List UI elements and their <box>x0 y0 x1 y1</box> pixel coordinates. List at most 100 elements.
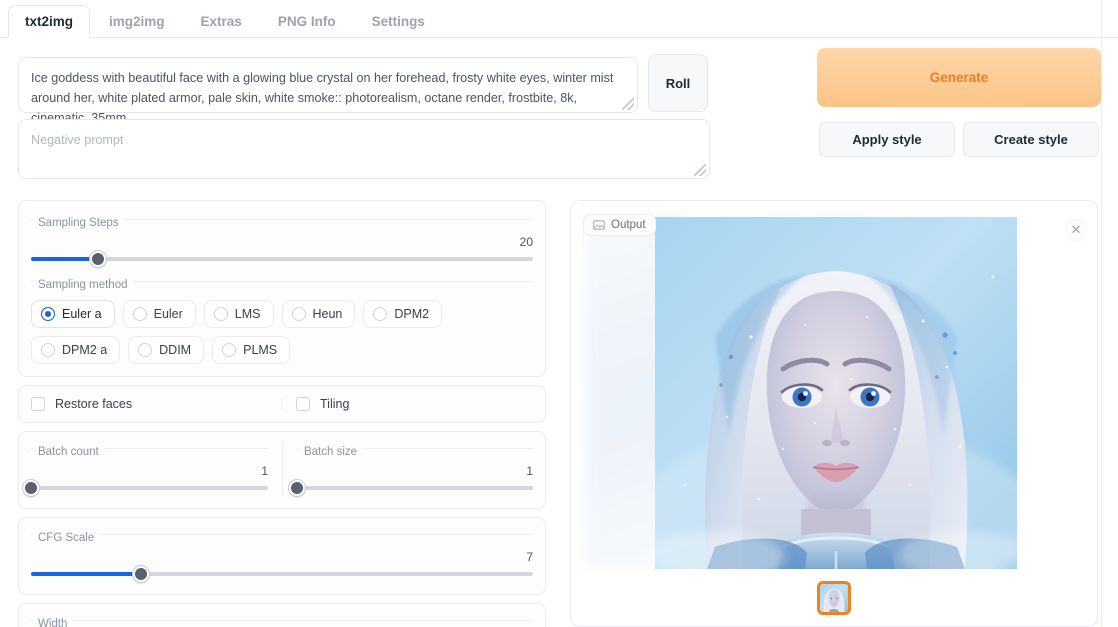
radio-heun[interactable]: Heun <box>281 300 356 328</box>
sampling-steps-field: Sampling Steps 20 <box>31 213 533 267</box>
sampling-method-options: Euler a Euler LMS Heun DPM2 DPM2 a DDIM … <box>31 300 533 364</box>
cfg-scale-field: CFG Scale 7 <box>31 528 533 582</box>
radio-dpm2[interactable]: DPM2 <box>363 300 443 328</box>
output-label: Output <box>611 219 646 231</box>
radio-dpm2-a[interactable]: DPM2 a <box>31 336 121 364</box>
batch-row: Batch count 1 Batch size 1 <box>23 442 533 496</box>
radio-plms[interactable]: PLMS <box>212 336 291 364</box>
batch-card: Batch count 1 Batch size 1 <box>18 431 546 509</box>
width-field: Width 512 <box>31 614 533 627</box>
radio-label: Euler <box>153 307 183 321</box>
gallery-thumbnail[interactable] <box>817 581 851 615</box>
radio-dot-icon <box>291 307 306 321</box>
create-style-button[interactable]: Create style <box>963 122 1099 157</box>
resize-grip-icon[interactable] <box>622 98 634 110</box>
gallery-thumbnail-render <box>820 584 848 612</box>
tab-txt2img[interactable]: txt2img <box>8 4 91 38</box>
settings-column: Sampling Steps 20 Sampling method Euler … <box>18 200 546 627</box>
radio-label: PLMS <box>243 343 278 357</box>
slider-track <box>297 486 533 490</box>
batch-count-slider[interactable] <box>23 480 268 496</box>
negative-prompt-placeholder: Negative prompt <box>31 133 124 147</box>
cfg-scale-label: CFG Scale <box>33 532 100 545</box>
apply-style-label: Apply style <box>852 132 922 147</box>
generated-image-render <box>655 217 1017 569</box>
cfg-scale-slider[interactable] <box>31 566 533 582</box>
radio-label: DDIM <box>159 343 192 357</box>
radio-dot-icon <box>132 307 147 321</box>
sampling-method-label: Sampling method <box>33 279 133 292</box>
right-divider <box>1101 0 1102 627</box>
radio-label: DPM2 <box>394 307 430 321</box>
tab-png-info[interactable]: PNG Info <box>261 5 353 38</box>
sampling-card: Sampling Steps 20 Sampling method Euler … <box>18 200 546 377</box>
batch-size-label: Batch size <box>299 446 363 459</box>
batch-size-value: 1 <box>526 464 533 478</box>
batch-size-slider[interactable] <box>289 480 533 496</box>
tab-extras[interactable]: Extras <box>184 5 259 38</box>
close-icon[interactable]: ✕ <box>1065 219 1087 241</box>
slider-thumb[interactable] <box>289 480 305 496</box>
tiling-toggle[interactable]: Tiling <box>282 397 533 411</box>
resize-grip-icon[interactable] <box>694 164 706 176</box>
radio-dot-icon <box>222 343 237 357</box>
roll-button[interactable]: Roll <box>648 54 708 112</box>
radio-label: DPM2 a <box>62 343 108 357</box>
cfg-scale-value: 7 <box>526 550 533 564</box>
batch-size-field: Batch size 1 <box>282 442 533 496</box>
restore-faces-toggle[interactable]: Restore faces <box>31 397 282 411</box>
cfg-scale-card: CFG Scale 7 <box>18 517 546 595</box>
prompt-input[interactable]: Ice goddess with beautiful face with a g… <box>18 57 638 125</box>
checkbox-icon <box>31 397 45 411</box>
batch-count-field: Batch count 1 <box>23 442 282 496</box>
radio-dot-icon <box>41 343 55 357</box>
radio-dot-icon <box>373 307 388 321</box>
slider-track <box>31 257 533 261</box>
gallery-thumbnail-bar <box>571 573 1097 623</box>
radio-ddim[interactable]: DDIM <box>128 336 205 364</box>
tab-label: img2img <box>109 13 165 29</box>
toggles-card: Restore faces Tiling <box>18 385 546 423</box>
tab-img2img[interactable]: img2img <box>92 5 182 38</box>
sampling-steps-value: 20 <box>519 235 533 249</box>
tiling-label: Tiling <box>320 397 350 411</box>
negative-prompt-input[interactable]: Negative prompt <box>18 119 710 179</box>
radio-label: LMS <box>234 307 261 321</box>
radio-euler-a[interactable]: Euler a <box>31 300 115 328</box>
prompt-text: Ice goddess with beautiful face with a g… <box>31 71 614 125</box>
radio-lms[interactable]: LMS <box>203 300 274 328</box>
radio-label: Heun <box>312 307 343 321</box>
tab-settings[interactable]: Settings <box>355 5 442 38</box>
create-style-label: Create style <box>994 132 1068 147</box>
sampling-steps-label: Sampling Steps <box>33 217 124 230</box>
slider-thumb[interactable] <box>133 566 150 582</box>
checkbox-icon <box>296 397 310 411</box>
batch-count-value: 1 <box>261 464 268 478</box>
tab-label: Extras <box>200 13 242 29</box>
field-divider <box>31 620 533 621</box>
slider-thumb[interactable] <box>89 251 106 267</box>
sampling-steps-slider[interactable] <box>31 251 533 267</box>
slider-thumb[interactable] <box>23 480 39 496</box>
image-size-card: Width 512 Height 512 <box>18 603 546 627</box>
tab-label: PNG Info <box>277 13 336 29</box>
generate-button[interactable]: Generate <box>817 48 1101 107</box>
field-divider <box>31 534 533 535</box>
apply-style-button[interactable]: Apply style <box>819 122 955 157</box>
generated-image[interactable] <box>655 217 1017 569</box>
slider-track <box>31 486 268 490</box>
batch-count-label: Batch count <box>33 446 104 459</box>
slider-fill <box>31 572 142 576</box>
radio-dot-icon <box>213 307 228 321</box>
slider-fill <box>31 257 98 261</box>
tab-label: Settings <box>371 13 425 29</box>
stable-diffusion-webui: txt2img img2img Extras PNG Info Settings… <box>0 0 1118 627</box>
prompt-area: Ice goddess with beautiful face with a g… <box>18 57 710 179</box>
output-panel: Output ✕ <box>570 200 1098 627</box>
toggles-row: Restore faces Tiling <box>31 397 533 411</box>
radio-dot-icon <box>41 307 55 321</box>
main-tabbar: txt2img img2img Extras PNG Info Settings <box>0 0 1118 38</box>
image-icon <box>593 220 605 230</box>
radio-euler[interactable]: Euler <box>122 300 196 328</box>
radio-dot-icon <box>138 343 153 357</box>
